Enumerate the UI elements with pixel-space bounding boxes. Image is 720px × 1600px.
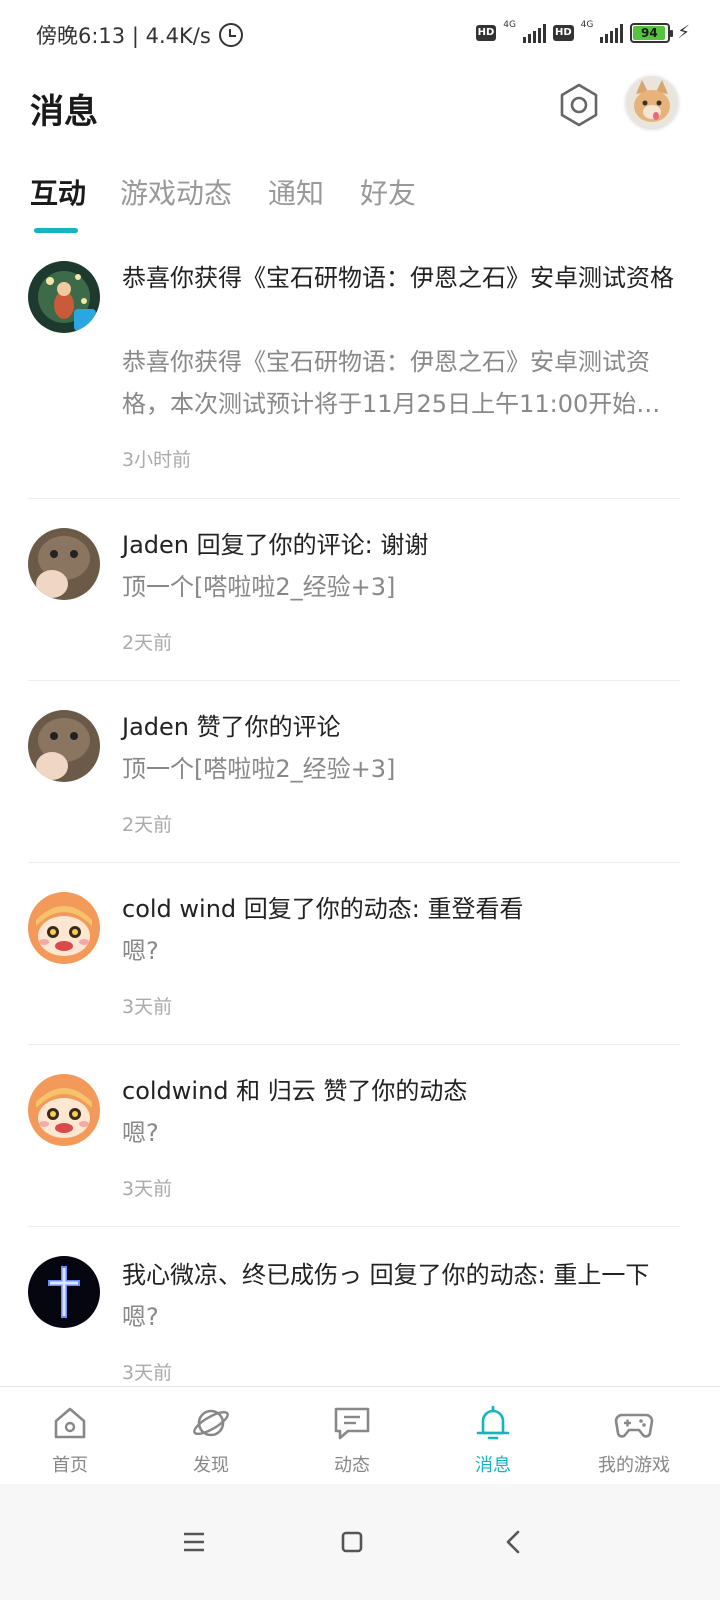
- user-avatar[interactable]: [28, 710, 100, 782]
- profile-avatar[interactable]: [626, 76, 678, 128]
- header: 消息: [0, 70, 720, 150]
- message-item[interactable]: Jaden 赞了你的评论 顶一个[嗒啦啦2_经验+3] 2天前: [0, 704, 720, 864]
- nav-label: 我的游戏: [598, 1455, 670, 1476]
- message-title: Jaden 赞了你的评论: [122, 713, 341, 741]
- message-item[interactable]: cold wind 回复了你的动态: 重登看看 嗯? 3天前: [0, 886, 720, 1046]
- message-title: cold wind 回复了你的动态: 重登看看: [122, 895, 524, 923]
- nav-discover[interactable]: 发现: [141, 1387, 281, 1485]
- tab-game-updates[interactable]: 游戏动态: [120, 172, 232, 212]
- bell-icon: [476, 1405, 510, 1440]
- battery-level: 94: [633, 25, 666, 40]
- user-avatar[interactable]: [28, 1256, 100, 1328]
- system-nav: [0, 1484, 720, 1600]
- cross-avatar-icon: [28, 1256, 100, 1328]
- anime-avatar-icon: [28, 892, 100, 964]
- battery-icon: 94: [630, 22, 674, 43]
- page-title: 消息: [30, 92, 98, 132]
- cat-avatar-icon: [28, 528, 100, 600]
- network-type: 4G: [580, 20, 594, 30]
- tab-friends[interactable]: 好友: [360, 172, 416, 212]
- message-time: 2天前: [122, 814, 173, 836]
- message-title: 我心微凉、终已成伤っ 回复了你的动态: 重上一下: [122, 1261, 650, 1289]
- divider: [28, 498, 680, 499]
- hd-badge: HD: [475, 24, 497, 41]
- nav-my-games[interactable]: 我的游戏: [564, 1387, 704, 1485]
- user-avatar[interactable]: [28, 1074, 100, 1146]
- message-item[interactable]: 我心微凉、终已成伤っ 回复了你的动态: 重上一下 嗯? 3天前: [0, 1250, 720, 1386]
- anime-avatar-icon: [28, 1074, 100, 1146]
- planet-icon: [193, 1409, 229, 1437]
- tab-notifications[interactable]: 通知: [268, 172, 324, 212]
- home-icon: [54, 1407, 86, 1439]
- divider: [28, 1226, 680, 1227]
- user-avatar[interactable]: [28, 892, 100, 964]
- nav-home[interactable]: 首页: [0, 1387, 140, 1485]
- message-time: 3天前: [122, 1362, 173, 1384]
- signal-icon: [600, 23, 624, 43]
- charging-icon: ⚡: [677, 22, 690, 43]
- message-title: 恭喜你获得《宝石研物语：伊恩之石》安卓测试资格: [122, 264, 674, 292]
- settings-button[interactable]: [556, 82, 602, 128]
- message-item[interactable]: Jaden 回复了你的评论: 谢谢 顶一个[嗒啦啦2_经验+3] 2天前: [0, 522, 720, 682]
- message-body: 嗯?: [122, 1119, 159, 1147]
- cat-avatar-icon: [626, 76, 678, 128]
- user-avatar[interactable]: [28, 528, 100, 600]
- hd-badge: HD: [552, 24, 574, 41]
- alarm-icon: [218, 23, 243, 47]
- nav-label: 发现: [193, 1455, 229, 1476]
- bottom-nav: 首页 发现 动态 消息 我的游戏: [0, 1386, 720, 1484]
- signal-icon: [522, 23, 546, 43]
- status-left: 傍晚6:13 | 4.4K/s: [36, 20, 243, 50]
- message-body: 顶一个[嗒啦啦2_经验+3]: [122, 573, 396, 601]
- message-body: 嗯?: [122, 1303, 159, 1331]
- nav-label: 消息: [475, 1455, 511, 1476]
- message-body: 恭喜你获得《宝石研物语：伊恩之石》安卓测试资格，本次测试预计将于11月25日上午…: [122, 348, 661, 418]
- status-bar: 傍晚6:13 | 4.4K/s HD 4G HD 4G 94 ⚡: [0, 0, 720, 70]
- tab-interaction[interactable]: 互动: [30, 172, 86, 212]
- nav-label: 动态: [334, 1455, 370, 1476]
- cat-avatar-icon: [28, 710, 100, 782]
- nav-feed[interactable]: 动态: [282, 1387, 422, 1485]
- message-time: 2天前: [122, 632, 173, 654]
- gamepad-icon: [614, 1413, 654, 1438]
- message-title: Jaden 回复了你的评论: 谢谢: [122, 531, 429, 559]
- message-time: 3小时前: [122, 449, 192, 471]
- divider: [28, 1044, 680, 1045]
- tab-indicator: [34, 228, 78, 233]
- message-item[interactable]: 恭喜你获得《宝石研物语：伊恩之石》安卓测试资格 恭喜你获得《宝石研物语：伊恩之石…: [0, 255, 720, 500]
- message-item[interactable]: coldwind 和 归云 赞了你的动态 嗯? 3天前: [0, 1068, 720, 1228]
- network-type: 4G: [503, 20, 516, 30]
- game-cover-icon: [28, 261, 100, 333]
- home-square-icon[interactable]: [322, 1512, 382, 1572]
- divider: [28, 680, 680, 681]
- status-right: HD 4G HD 4G 94 ⚡: [475, 20, 690, 43]
- divider: [28, 862, 680, 863]
- message-time: 3天前: [122, 996, 173, 1018]
- message-time: 3天前: [122, 1178, 173, 1200]
- message-body: 嗯?: [122, 937, 159, 965]
- menu-icon[interactable]: [164, 1512, 224, 1572]
- nav-messages[interactable]: 消息: [423, 1387, 563, 1485]
- nav-label: 首页: [52, 1455, 88, 1476]
- message-body: 顶一个[嗒啦啦2_经验+3]: [122, 755, 396, 783]
- game-avatar[interactable]: [28, 261, 100, 333]
- back-icon[interactable]: [484, 1512, 544, 1572]
- tab-bar: 互动 游戏动态 通知 好友: [0, 172, 720, 234]
- gear-icon: [560, 83, 598, 127]
- chat-icon: [334, 1407, 370, 1440]
- status-time-speed: 傍晚6:13 | 4.4K/s: [36, 24, 211, 48]
- message-title: coldwind 和 归云 赞了你的动态: [122, 1077, 468, 1105]
